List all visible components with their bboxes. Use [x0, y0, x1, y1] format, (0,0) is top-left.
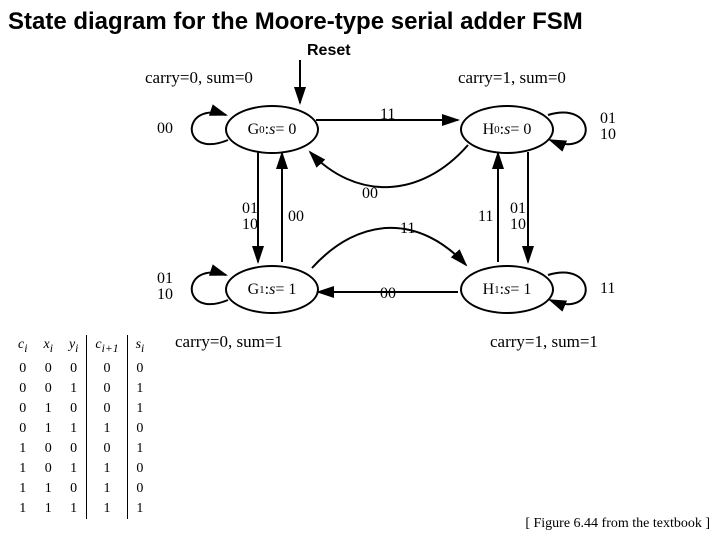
truth-cell: 1	[10, 459, 35, 479]
edge-h1-g1: 00	[380, 285, 396, 303]
truth-cell: 1	[10, 499, 35, 519]
th-xi: xi	[35, 335, 60, 359]
edge-g0-self: 00	[157, 120, 173, 138]
truth-cell: 0	[61, 479, 87, 499]
truth-cell: 1	[127, 439, 152, 459]
truth-cell: 0	[35, 459, 60, 479]
truth-cell: 1	[127, 499, 152, 519]
truth-cell: 0	[87, 399, 127, 419]
truth-cell: 1	[35, 419, 60, 439]
th-ci: ci	[10, 335, 35, 359]
edge-h0-h1-b: 10	[510, 216, 526, 234]
truth-cell: 1	[87, 479, 127, 499]
truth-cell: 0	[61, 439, 87, 459]
truth-cell: 0	[87, 359, 127, 379]
edge-h1-self: 11	[600, 280, 615, 298]
edge-g0-g1-b: 10	[242, 216, 258, 234]
truth-cell: 0	[35, 379, 60, 399]
truth-cell: 1	[35, 399, 60, 419]
truth-cell: 0	[10, 359, 35, 379]
truth-cell: 0	[127, 479, 152, 499]
th-ci1: ci+1	[87, 335, 127, 359]
truth-table: ci xi yi ci+1 si 00000001010100101110100…	[10, 335, 152, 519]
desc-g0: carry=0, sum=0	[145, 68, 253, 88]
page-title: State diagram for the Moore-type serial …	[8, 8, 712, 36]
truth-cell: 1	[127, 399, 152, 419]
truth-cell: 0	[10, 419, 35, 439]
truth-cell: 1	[10, 439, 35, 459]
edge-h1-h0: 11	[478, 208, 493, 226]
truth-cell: 1	[87, 459, 127, 479]
truth-cell: 0	[10, 399, 35, 419]
figure-citation: [ Figure 6.44 from the textbook ]	[525, 516, 710, 532]
truth-cell: 0	[61, 359, 87, 379]
state-h1: H1: s = 1	[460, 265, 554, 314]
truth-cell: 0	[10, 379, 35, 399]
truth-cell: 0	[127, 419, 152, 439]
reset-label: Reset	[307, 42, 351, 60]
edge-g1-h1: 11	[400, 220, 415, 238]
truth-cell: 0	[61, 399, 87, 419]
th-si: si	[127, 335, 152, 359]
desc-h1: carry=1, sum=1	[490, 332, 598, 352]
desc-h0: carry=1, sum=0	[458, 68, 566, 88]
edge-h0-self-b: 10	[600, 126, 616, 144]
state-g1: G1: s = 1	[225, 265, 319, 314]
truth-cell: 1	[61, 419, 87, 439]
desc-g1: carry=0, sum=1	[175, 332, 283, 352]
truth-cell: 1	[61, 459, 87, 479]
edge-g0-h0: 11	[380, 106, 395, 124]
truth-cell: 1	[61, 499, 87, 519]
truth-cell: 0	[87, 439, 127, 459]
truth-cell: 1	[61, 379, 87, 399]
truth-cell: 0	[127, 459, 152, 479]
edge-g1-self-b: 10	[157, 286, 173, 304]
truth-cell: 1	[10, 479, 35, 499]
truth-cell: 1	[87, 499, 127, 519]
truth-cell: 0	[87, 379, 127, 399]
truth-cell: 0	[127, 359, 152, 379]
truth-cell: 1	[87, 419, 127, 439]
truth-cell: 0	[35, 359, 60, 379]
truth-cell: 1	[35, 499, 60, 519]
state-h0: H0: s = 0	[460, 105, 554, 154]
state-g0: G0: s = 0	[225, 105, 319, 154]
th-yi: yi	[61, 335, 87, 359]
truth-cell: 1	[35, 479, 60, 499]
edge-h0-g0: 00	[362, 185, 378, 203]
truth-cell: 1	[127, 379, 152, 399]
edge-g1-g0: 00	[288, 208, 304, 226]
truth-cell: 0	[35, 439, 60, 459]
